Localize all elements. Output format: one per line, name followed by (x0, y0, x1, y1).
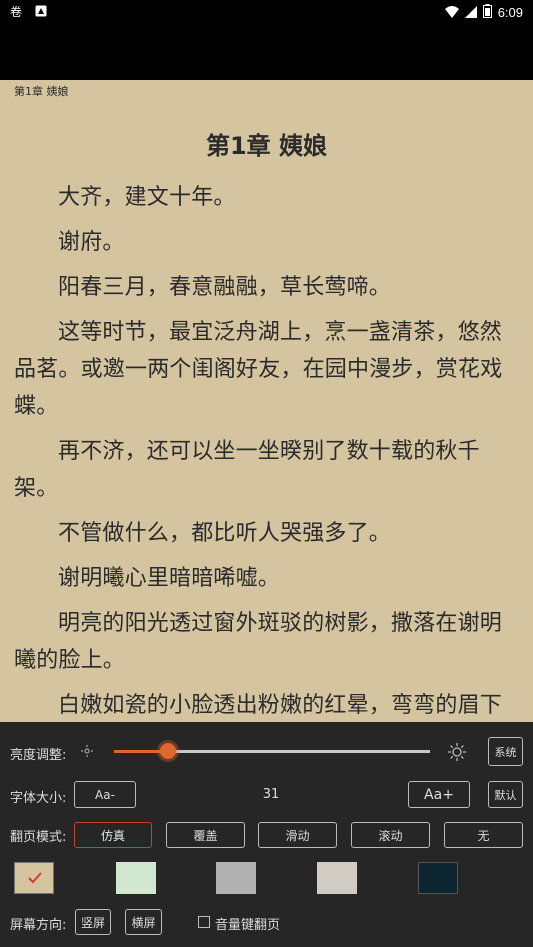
paragraph: 大齐，建文十年。 (58, 185, 236, 210)
font-size-value: 31 (262, 787, 280, 802)
status-bar: 卷 6:09 (0, 0, 533, 80)
theme-swatch-parchment[interactable] (14, 862, 54, 894)
reading-settings-panel: 亮度调整: 系统 字体大小: Aa- 31 Aa+ 默认 翻页模式: 仿真 覆盖… (0, 722, 533, 947)
font-decrease-button[interactable]: Aa- (74, 781, 136, 808)
svg-text:卷: 卷 (10, 4, 22, 18)
volume-key-label[interactable]: 音量键翻页 (215, 914, 280, 933)
chapter-body: 大齐，建文十年。 谢府。 阳春三月，春意融融，草长莺啼。 这等时节，最宜泛舟湖上… (14, 179, 519, 722)
landscape-button[interactable]: 横屏 (125, 909, 162, 935)
brightness-slider[interactable] (114, 743, 430, 759)
check-icon (28, 872, 42, 888)
font-increase-button[interactable]: Aa+ (408, 781, 470, 808)
portrait-button[interactable]: 竖屏 (75, 909, 111, 935)
status-time: 6:09 (497, 5, 523, 20)
signal-icon (464, 3, 477, 22)
paragraph: 谢府。 (58, 230, 125, 255)
orientation-label: 屏幕方向: (10, 918, 67, 933)
font-default-button[interactable]: 默认 (488, 781, 523, 808)
brightness-slider-handle[interactable] (159, 743, 176, 759)
page-mode-label: 翻页模式: (10, 830, 67, 845)
status-left: 卷 (10, 4, 48, 18)
font-size-label: 字体大小: (10, 791, 67, 806)
theme-swatch-gray[interactable] (216, 862, 256, 894)
brightness-low-icon (81, 745, 93, 761)
theme-swatch-green[interactable] (116, 862, 156, 894)
paragraph: 谢明曦心里暗暗唏嘘。 (58, 566, 281, 591)
brightness-label: 亮度调整: (10, 748, 67, 763)
page-mode-cover-button[interactable]: 覆盖 (166, 822, 245, 848)
reader-page[interactable]: 第1章 姨娘 第1章 姨娘 大齐，建文十年。 谢府。 阳春三月，春意融融，草长莺… (0, 80, 533, 722)
theme-swatch-dark[interactable] (418, 862, 458, 894)
chapter-header: 第1章 姨娘 (14, 85, 69, 98)
battery-icon (482, 3, 492, 22)
paragraph: 明亮的阳光透过窗外斑驳的树影，撒落在谢明曦的脸上。 (14, 611, 503, 673)
page-mode-none-button[interactable]: 无 (444, 822, 523, 848)
theme-swatch-light-gray[interactable] (317, 862, 357, 894)
paragraph: 再不济，还可以坐一坐暌别了数十载的秋千架。 (14, 439, 480, 501)
brightness-high-icon (448, 743, 466, 765)
notification-a-icon (34, 4, 48, 18)
brightness-system-button[interactable]: 系统 (488, 737, 523, 766)
app-notification-icon: 卷 (10, 4, 24, 18)
page-mode-scroll-button[interactable]: 滚动 (351, 822, 430, 848)
page-mode-simulation-button[interactable]: 仿真 (74, 822, 152, 848)
page-mode-slide-button[interactable]: 滑动 (258, 822, 337, 848)
paragraph: 白嫩如瓷的小脸透出粉嫩的红晕，弯弯的眉下 (58, 693, 503, 718)
wifi-icon (444, 3, 459, 22)
chapter-title: 第1章 姨娘 (205, 132, 328, 160)
paragraph: 不管做什么，都比听人哭强多了。 (58, 521, 392, 546)
volume-key-checkbox[interactable] (198, 916, 210, 928)
status-right: 6:09 (444, 3, 523, 22)
paragraph: 这等时节，最宜泛舟湖上，烹一盏清茶，悠然品茗。或邀一两个闺阁好友，在园中漫步，赏… (14, 320, 503, 419)
paragraph: 阳春三月，春意融融，草长莺啼。 (58, 275, 392, 300)
